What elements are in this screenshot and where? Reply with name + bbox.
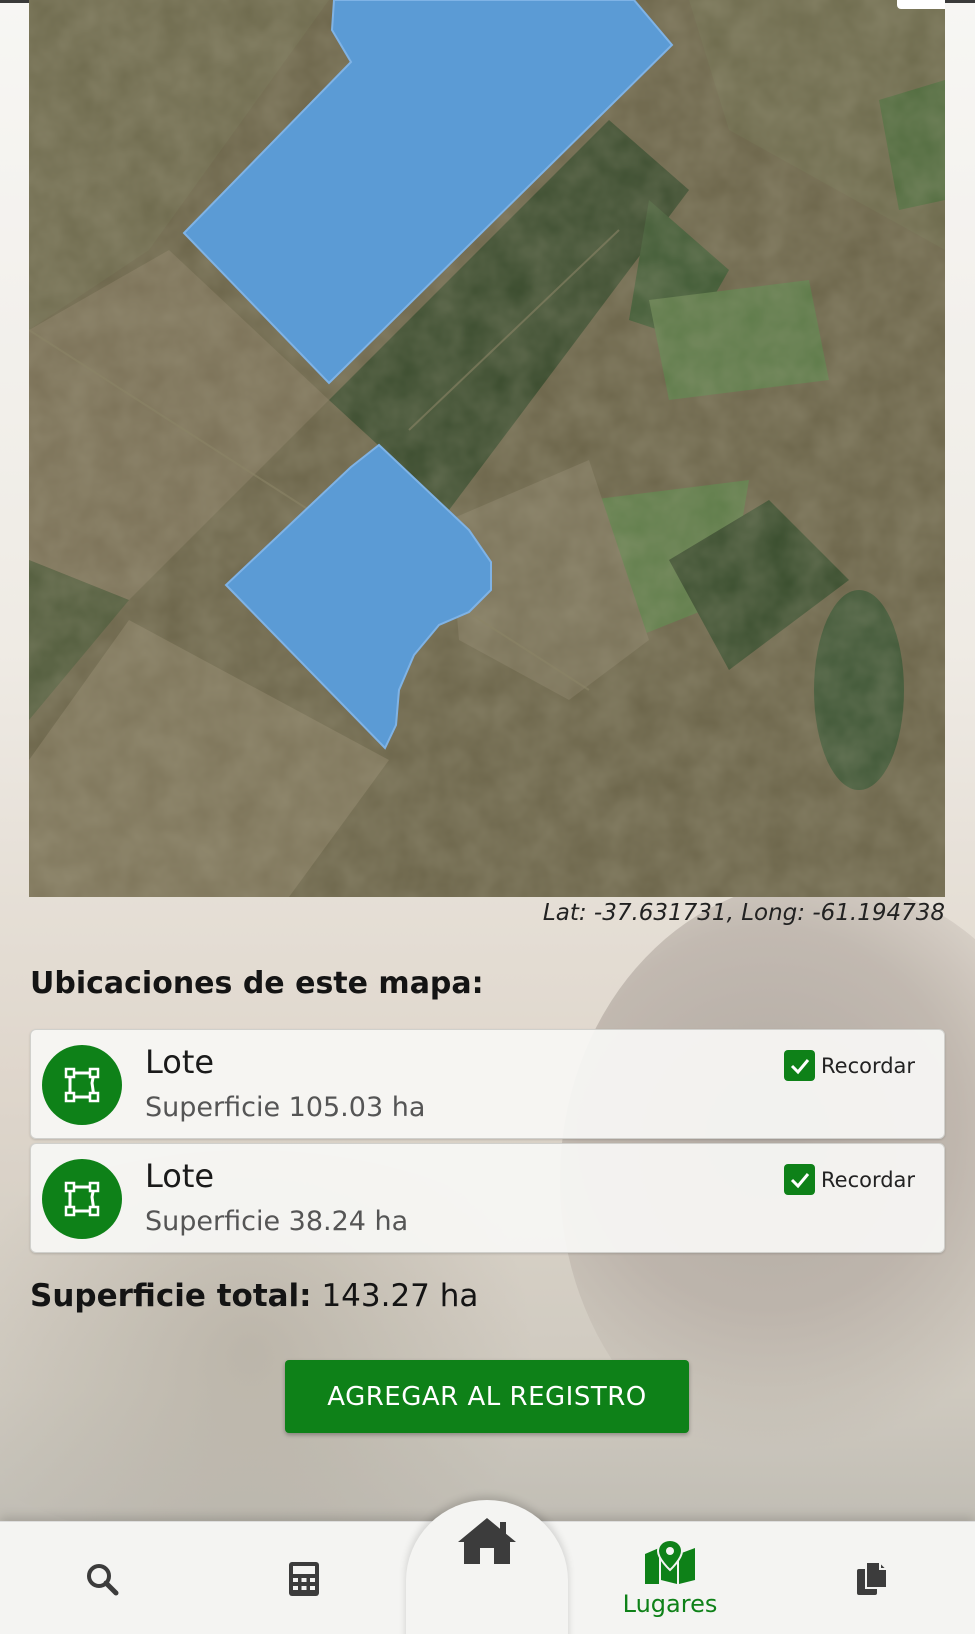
documents-icon [857,1560,888,1595]
search-icon [87,1563,119,1595]
add-to-record-button[interactable]: AGREGAR AL REGISTRO [285,1360,689,1433]
location-area: Superficie 105.03 ha [145,1092,426,1123]
remember-checkbox[interactable]: Recordar [784,1164,915,1195]
total-area-value: 143.27 ha [321,1278,479,1314]
polygon-icon [42,1159,122,1239]
nav-places[interactable]: Lugares [600,1522,740,1634]
nav-places-label: Lugares [622,1589,718,1618]
calculator-icon [289,1561,319,1596]
location-title: Lote [145,1043,215,1081]
nav-search[interactable] [52,1522,152,1634]
location-card[interactable]: Lote Superficie 38.24 ha Recordar [30,1143,945,1253]
checkmark-icon[interactable] [784,1050,815,1081]
polygon-icon [42,1045,122,1125]
satellite-map[interactable] [29,0,945,897]
location-card[interactable]: Lote Superficie 105.03 ha Recordar [30,1029,945,1139]
section-title: Ubicaciones de este mapa: [30,966,484,1001]
map-coordinates: Lat: -37.631731, Long: -61.194738 [542,900,945,926]
home-icon [458,1518,516,1564]
checkmark-icon[interactable] [784,1164,815,1195]
map-canvas[interactable] [29,0,945,897]
remember-checkbox[interactable]: Recordar [784,1050,915,1081]
total-area-label: Superficie total: [30,1278,312,1314]
nav-documents[interactable] [822,1522,922,1634]
remember-label: Recordar [821,1167,916,1192]
map-control[interactable] [897,0,945,9]
map-marker-icon [645,1539,695,1584]
location-area: Superficie 38.24 ha [145,1206,409,1237]
nav-calculator[interactable] [254,1522,354,1634]
total-area: Superficie total: 143.27 ha [30,1278,478,1314]
location-title: Lote [145,1157,215,1195]
remember-label: Recordar [821,1053,916,1078]
